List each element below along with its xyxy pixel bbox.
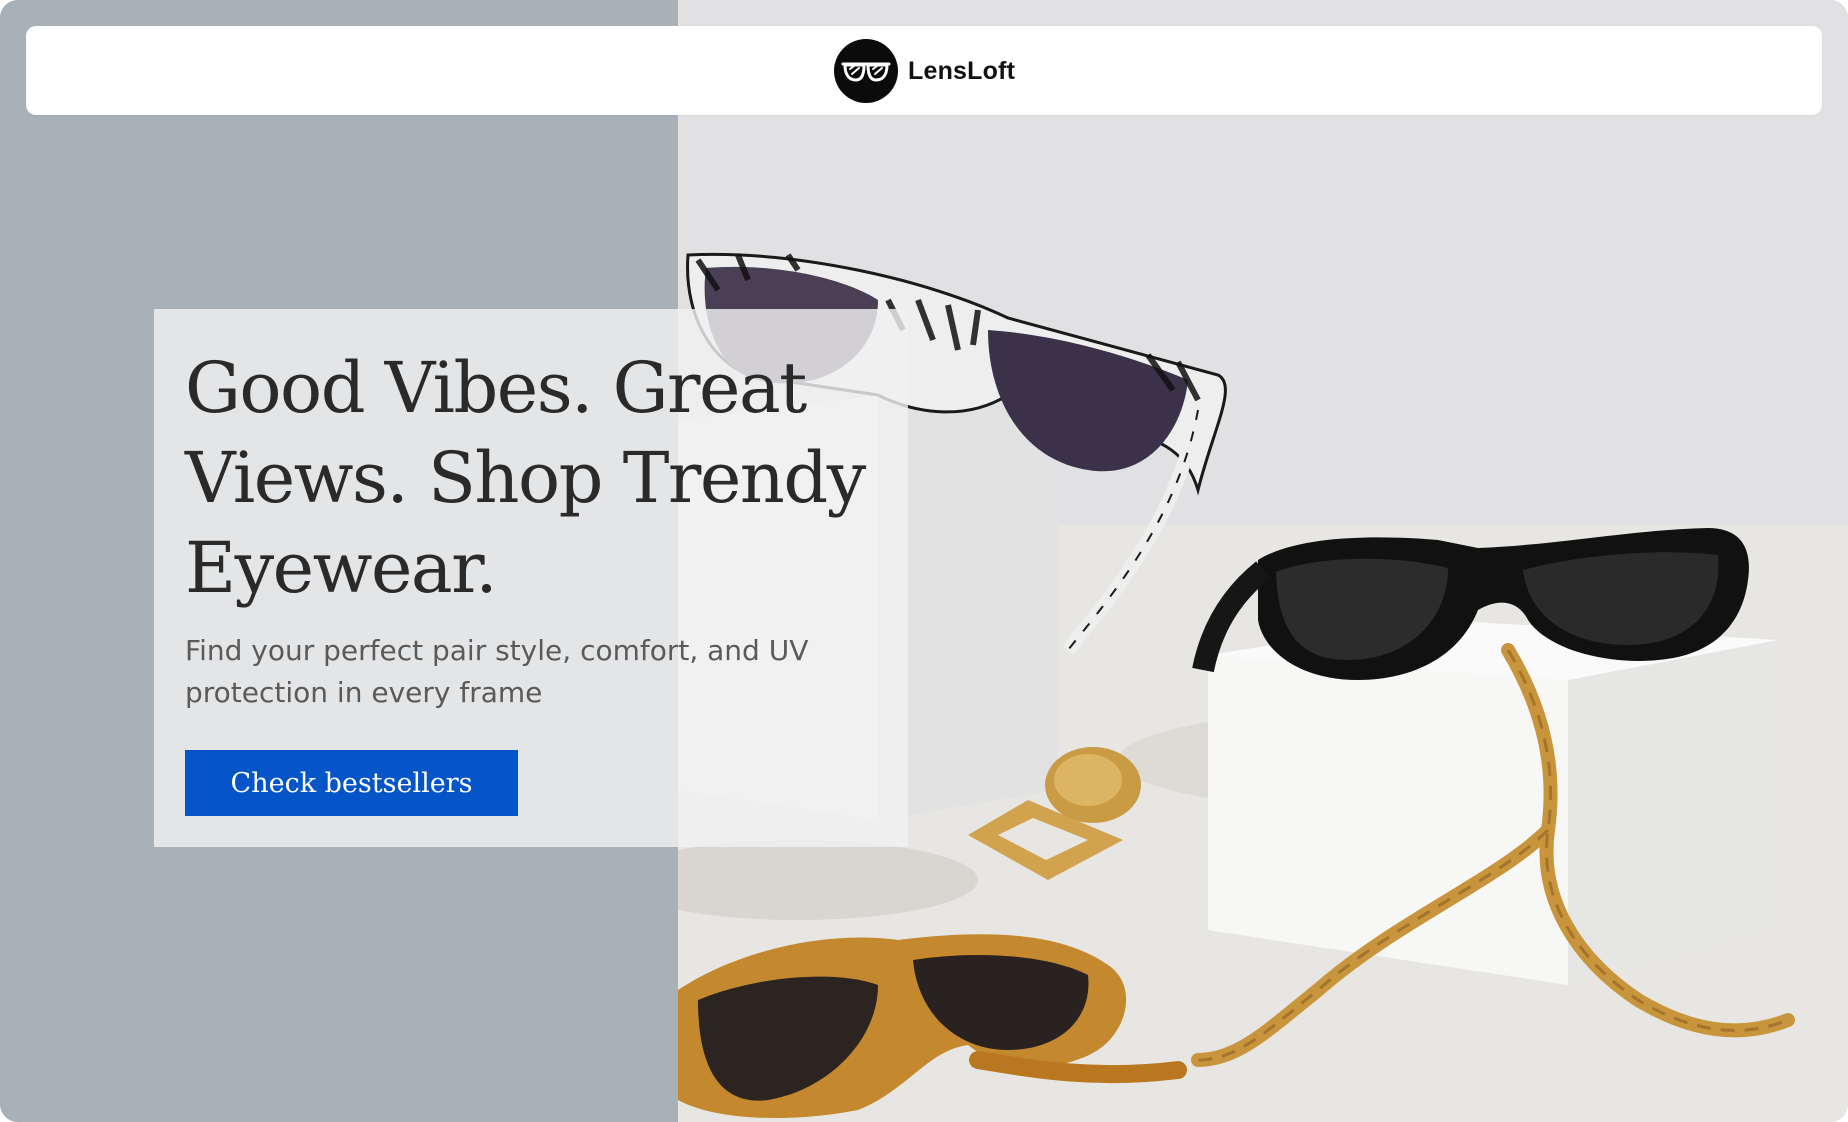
- hero-subtitle: Find your perfect pair style, comfort, a…: [185, 634, 809, 709]
- landing-page: LensLoft Good Vibes. Great Views. Shop T…: [0, 0, 1848, 1122]
- brand-logo-link[interactable]: LensLoft: [834, 38, 1015, 104]
- sunglasses-icon: [834, 39, 898, 103]
- hero-title: Good Vibes. Great Views. Shop Trendy Eye…: [185, 347, 866, 609]
- brand-name: LensLoft: [908, 56, 1016, 85]
- check-bestsellers-button[interactable]: Check bestsellers: [185, 750, 518, 816]
- sunglasses-glyph: [841, 62, 891, 82]
- hero-card: Good Vibes. Great Views. Shop Trendy Eye…: [154, 309, 908, 847]
